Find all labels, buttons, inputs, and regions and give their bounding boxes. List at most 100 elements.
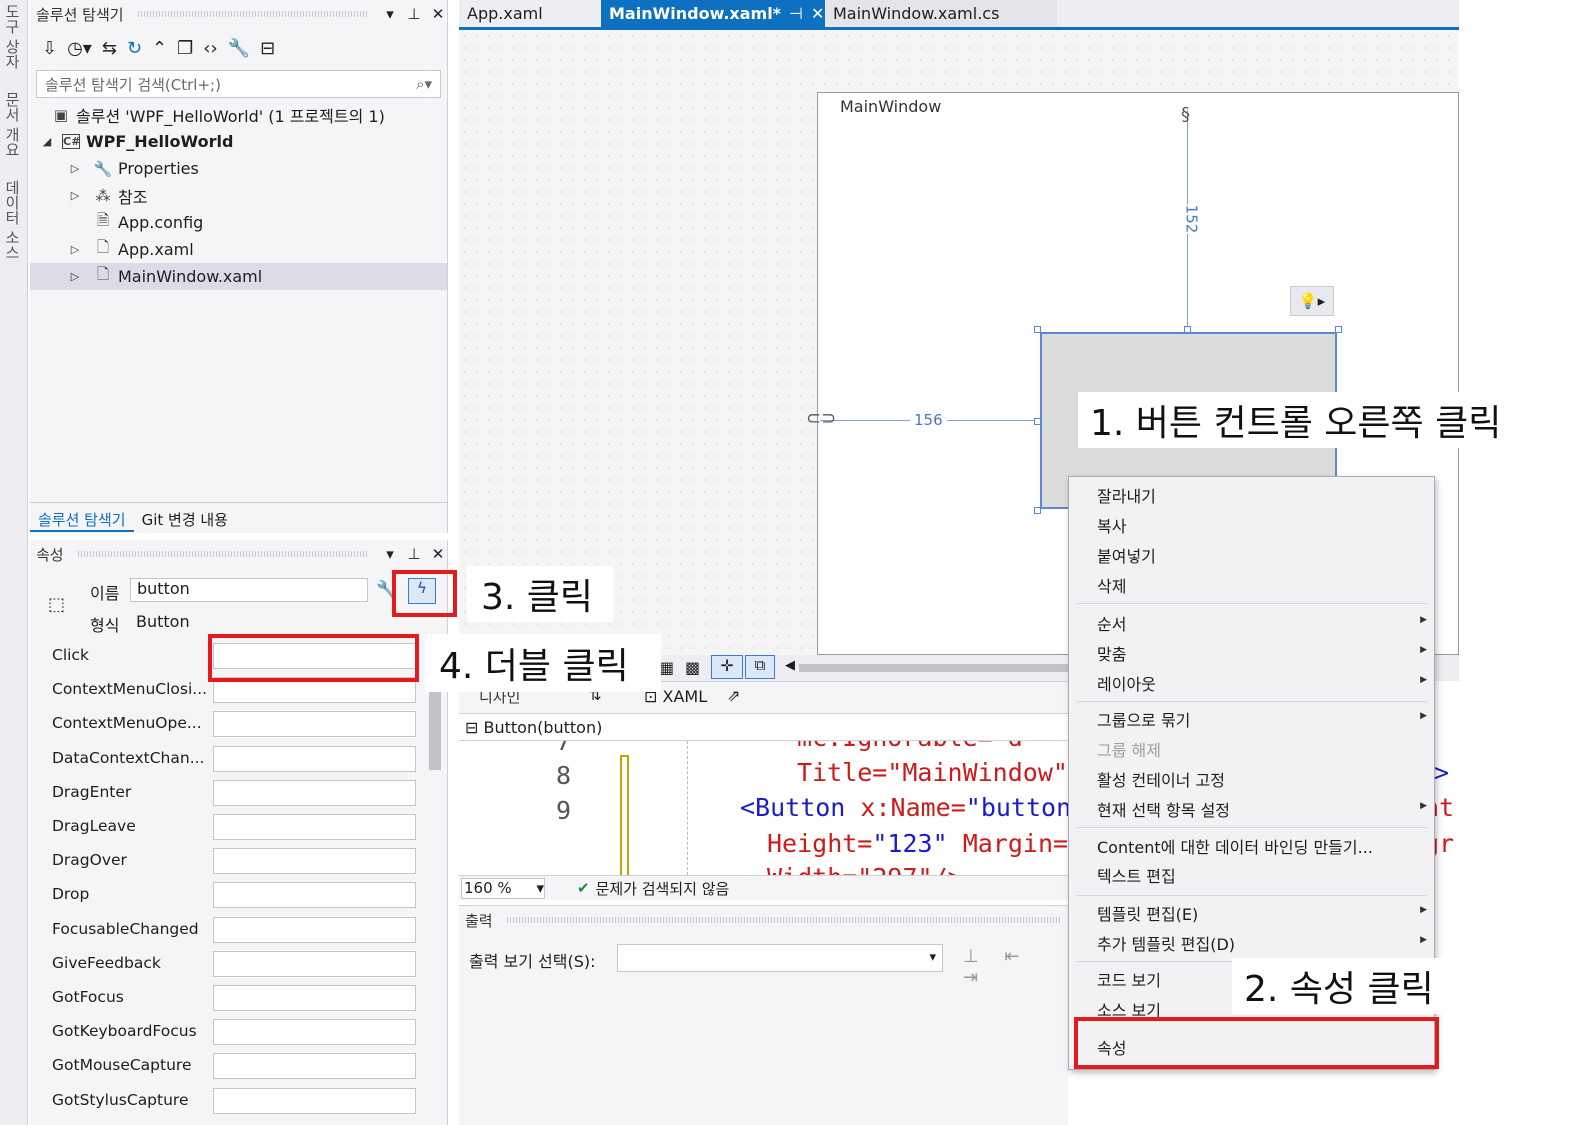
tree-item-label: App.config	[118, 213, 204, 232]
switch-views-icon[interactable]: ⇩	[42, 38, 57, 59]
zoom-select[interactable]: 160 % ▾	[461, 877, 545, 899]
preview-icon[interactable]: ⊟	[260, 38, 275, 59]
grid-icon[interactable]: ▦	[659, 658, 674, 677]
pin-icon[interactable]: ⊥	[405, 545, 423, 563]
event-label: DataContextChan...	[52, 748, 205, 767]
close-icon[interactable]: ✕	[429, 545, 447, 563]
collapsed-arrow-icon[interactable]: ▷	[68, 189, 82, 202]
scroll-left-icon[interactable]: ◀	[785, 658, 795, 673]
history-icon[interactable]: ◷▾	[67, 38, 92, 59]
event-handler-field[interactable]	[213, 1019, 416, 1046]
tree-item-app-config[interactable]: 🗎 App.config	[30, 209, 447, 236]
references-icon: ⁂	[95, 186, 111, 205]
side-tab-document-outline[interactable]: 문서 개요	[2, 92, 23, 157]
search-icon[interactable]: ⌕▾	[416, 75, 432, 93]
tab-solution-explorer[interactable]: 솔루션 탐색기	[30, 503, 134, 532]
menu-item[interactable]: 잘라내기	[1097, 483, 1427, 507]
wrench-icon: 🔧	[93, 159, 113, 178]
properties-scrollbar-thumb[interactable]	[429, 690, 441, 770]
menu-item[interactable]: 템플릿 편집(E) ▶	[1097, 901, 1427, 925]
menu-item[interactable]: 붙여넣기	[1097, 543, 1427, 567]
event-handler-field[interactable]	[213, 950, 416, 977]
collapsed-arrow-icon[interactable]: ▷	[68, 243, 82, 256]
resize-handle[interactable]	[1184, 326, 1191, 333]
output-source-select[interactable]: ▾	[617, 944, 943, 972]
close-icon[interactable]: ✕	[429, 5, 447, 23]
menu-item[interactable]: 맞춤 ▶	[1097, 641, 1427, 665]
event-handler-field[interactable]	[213, 1087, 416, 1114]
collapsed-arrow-icon[interactable]: ▷	[68, 162, 82, 175]
event-handler-field[interactable]	[213, 848, 416, 875]
snap-grid-icon[interactable]: ✛	[711, 655, 743, 679]
event-handler-field[interactable]	[213, 916, 416, 943]
show-all-files-icon[interactable]: ❐	[177, 38, 193, 59]
submenu-arrow-icon: ▶	[1420, 935, 1427, 945]
resize-handle[interactable]	[1034, 507, 1041, 514]
anchor-left-icon[interactable]: ⊂⊃	[806, 408, 836, 429]
side-tab-toolbox[interactable]: 도구 상자	[2, 4, 23, 69]
tree-item-references[interactable]: ▷ ⁂ 참조	[30, 182, 447, 209]
menu-item[interactable]: 순서 ▶	[1097, 611, 1427, 635]
tree-item-properties[interactable]: ▷ 🔧 Properties	[30, 155, 447, 182]
solution-search-input[interactable]: 솔루션 탐색기 검색(Ctrl+;) ⌕▾	[36, 70, 441, 98]
sync-icon[interactable]: ⇆	[102, 38, 117, 59]
dropdown-icon[interactable]: ▾	[381, 5, 399, 23]
popout-icon[interactable]: ⇗	[727, 686, 740, 705]
horizontal-scrollbar[interactable]	[799, 664, 1069, 672]
close-icon[interactable]: ✕	[811, 4, 824, 23]
menu-item[interactable]: 추가 템플릿 편집(D) ▶	[1097, 931, 1427, 955]
menu-item[interactable]: 레이아웃 ▶	[1097, 671, 1427, 695]
panel-title: 속성	[36, 545, 64, 564]
menu-item[interactable]: Content에 대한 데이터 바인딩 만들기...	[1097, 834, 1427, 858]
dropdown-icon[interactable]: ▾	[381, 545, 399, 563]
refresh-icon[interactable]: ↻	[127, 38, 142, 59]
output-select-label: 출력 보기 선택(S):	[469, 952, 596, 971]
event-handler-field[interactable]	[213, 985, 416, 1011]
properties-wrench-icon[interactable]: 🔧	[228, 38, 250, 59]
side-tab-data-sources[interactable]: 데이터 소스	[2, 180, 23, 260]
menu-item[interactable]: 삭제	[1097, 573, 1427, 597]
resize-handle[interactable]	[1335, 326, 1342, 333]
properties-title-bar: 속성 ▾ ⊥ ✕	[30, 540, 447, 568]
checker-icon[interactable]: ▩	[685, 658, 700, 677]
code-line-7: mc:Ignorable="d"	[797, 741, 1038, 752]
resize-handle[interactable]	[1034, 418, 1041, 425]
event-handler-field[interactable]	[213, 814, 416, 840]
event-handler-field[interactable]	[213, 882, 416, 909]
event-handler-field[interactable]	[213, 745, 416, 772]
event-handler-field[interactable]	[213, 1053, 416, 1080]
anchor-top-icon[interactable]: §	[1181, 104, 1190, 125]
event-handler-field[interactable]	[213, 779, 416, 806]
tab-git-changes[interactable]: Git 변경 내용	[134, 503, 236, 532]
collapsed-arrow-icon[interactable]: ▷	[68, 270, 82, 283]
resize-handle[interactable]	[1034, 326, 1041, 333]
snap-lines-icon[interactable]: ⧉	[745, 655, 775, 679]
menu-item[interactable]: 활성 컨테이너 고정	[1097, 767, 1427, 791]
tab-mainwindow-xaml[interactable]: MainWindow.xaml* ⊣ ✕	[601, 0, 825, 27]
event-handler-field[interactable]	[213, 711, 416, 738]
expanded-arrow-icon[interactable]: ◢	[40, 135, 54, 148]
document-tabs: App.xaml MainWindow.xaml* ⊣ ✕ MainWindow.x…	[459, 0, 1459, 30]
solution-icon: ▣	[53, 105, 69, 124]
code-icon[interactable]: ‹›	[203, 38, 217, 59]
pin-icon[interactable]: ⊥	[405, 5, 423, 23]
pin-icon[interactable]: ⊣	[789, 4, 803, 23]
menu-item[interactable]: 현재 선택 항목 설정 ▶	[1097, 797, 1427, 821]
menu-item[interactable]: 그룹으로 묶기 ▶	[1097, 707, 1427, 731]
event-label: ContextMenuOpe...	[52, 714, 202, 733]
lightbulb-icon[interactable]: 💡▸	[1290, 286, 1334, 316]
collapse-all-icon[interactable]: ⌃	[152, 38, 167, 59]
name-input[interactable]: button	[130, 578, 368, 602]
tree-item-project[interactable]: ◢ C# WPF_HelloWorld	[30, 128, 447, 155]
tree-item-app-xaml[interactable]: ▷ 🗋 App.xaml	[30, 236, 447, 263]
tab-app-xaml[interactable]: App.xaml	[459, 0, 601, 27]
xaml-breadcrumb[interactable]: ⊟ Button(button)	[459, 713, 1068, 741]
menu-item[interactable]: 복사	[1097, 513, 1427, 537]
menu-item[interactable]: 텍스트 편집	[1097, 863, 1427, 887]
tree-item-label: MainWindow.xaml	[118, 267, 263, 286]
tab-mainwindow-xaml-cs[interactable]: MainWindow.xaml.cs	[825, 0, 1057, 27]
tree-item-mainwindow-xaml[interactable]: ▷ 🗋 MainWindow.xaml	[30, 263, 447, 290]
code-line-9: <Button x:Name="button	[740, 793, 1071, 822]
code-value: "123"	[872, 829, 948, 858]
tree-item-solution[interactable]: ▣ 솔루션 'WPF_HelloWorld' (1 프로젝트의 1)	[30, 101, 447, 128]
